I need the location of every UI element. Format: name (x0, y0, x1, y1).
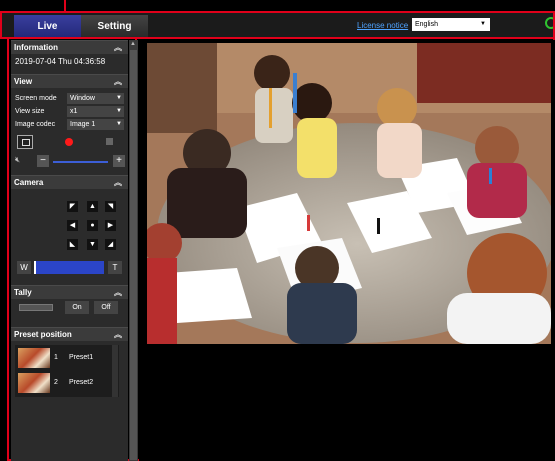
zoom-wide-button[interactable]: W (17, 261, 31, 274)
volume-controls: 🔇︎ − + (11, 155, 128, 169)
preset-list: 1 Preset1 2 Preset2 (15, 345, 119, 397)
collapse-icon[interactable]: ︽ (114, 75, 122, 89)
preset-scrollbar[interactable] (112, 345, 118, 397)
view-size-label: View size (15, 108, 45, 115)
view-title: View (14, 77, 33, 86)
tally-on-button[interactable]: On (65, 301, 89, 314)
pan-down-right-button[interactable]: ◢ (105, 239, 116, 250)
volume-down-button[interactable]: − (37, 155, 49, 167)
collapse-icon[interactable]: ︽ (114, 328, 122, 342)
scroll-up-icon[interactable]: ▲ (130, 41, 136, 47)
zoom-tele-button[interactable]: T (108, 261, 122, 274)
annotation-line (64, 0, 66, 13)
view-size-select[interactable]: x1 ▼ (67, 106, 124, 117)
tally-off-button[interactable]: Off (94, 301, 118, 314)
chevron-down-icon: ▼ (116, 95, 122, 101)
list-item[interactable]: 1 Preset1 (15, 346, 111, 370)
tally-title: Tally (14, 288, 32, 297)
pan-left-button[interactable]: ◀ (67, 220, 78, 231)
mute-icon[interactable]: 🔇︎ (15, 155, 20, 165)
snapshot-icon[interactable] (17, 135, 33, 149)
date-time: 2019-07-04 Thu 04:36:58 (15, 57, 106, 66)
language-select[interactable]: English ▼ (412, 18, 490, 31)
tab-setting[interactable]: Setting (81, 15, 148, 37)
collapse-icon[interactable]: ︽ (114, 41, 122, 55)
tally-header[interactable]: Tally ︽ (11, 285, 128, 299)
preset-header[interactable]: Preset position ︽ (11, 327, 128, 341)
collapse-icon[interactable]: ︽ (114, 176, 122, 190)
video-image (147, 43, 551, 344)
information-header[interactable]: Information ︽ (11, 40, 128, 54)
information-title: Information (14, 43, 58, 52)
preset-number: 1 (54, 354, 58, 361)
control-panel: Information ︽ 2019-07-04 Thu 04:36:58 Vi… (11, 40, 128, 461)
home-button[interactable]: ● (87, 220, 98, 231)
language-value: English (415, 21, 438, 28)
image-codec-label: Image codec (15, 121, 56, 128)
pan-up-left-button[interactable]: ◤ (67, 201, 78, 212)
list-item[interactable]: 2 Preset2 (15, 371, 111, 395)
chevron-down-icon: ▼ (480, 21, 486, 27)
license-notice-link[interactable]: License notice (357, 21, 408, 30)
image-codec-select[interactable]: Image 1 ▼ (67, 119, 124, 130)
tilt-up-button[interactable]: ▲ (87, 201, 98, 212)
sidebar-scrollbar[interactable]: ▲ (129, 40, 138, 461)
preset-title: Preset position (14, 330, 72, 339)
camera-header[interactable]: Camera ︽ (11, 175, 128, 189)
tab-live[interactable]: Live (14, 15, 81, 37)
pan-tilt-pad: ◤ ▲ ◥ ◀ ● ▶ ◣ ▼ ◢ (11, 195, 128, 257)
camera-title: Camera (14, 178, 44, 187)
scrollbar-thumb[interactable] (130, 50, 137, 460)
capture-controls (11, 135, 128, 152)
tilt-down-button[interactable]: ▼ (87, 239, 98, 250)
tally-controls: On Off (11, 299, 128, 319)
screen-mode-value: Window (70, 95, 95, 102)
power-icon[interactable] (545, 17, 555, 29)
image-codec-value: Image 1 (70, 121, 96, 128)
chevron-down-icon: ▼ (116, 121, 122, 127)
preset-name: Preset2 (69, 379, 94, 386)
video-viewer (139, 40, 555, 461)
record-icon[interactable] (65, 138, 73, 146)
view-header[interactable]: View ︽ (11, 74, 128, 88)
pan-down-left-button[interactable]: ◣ (67, 239, 78, 250)
screen-mode-select[interactable]: Window ▼ (67, 93, 124, 104)
preset-thumbnail (18, 348, 50, 368)
view-size-value: x1 (70, 108, 78, 115)
preset-number: 2 (54, 379, 58, 386)
chevron-down-icon: ▼ (116, 108, 122, 114)
zoom-control: W T (11, 260, 128, 276)
preset-name: Preset1 (69, 354, 94, 361)
pan-right-button[interactable]: ▶ (105, 220, 116, 231)
tally-lamp-indicator (19, 304, 53, 311)
screen-mode-label: Screen mode (15, 95, 57, 102)
volume-slider[interactable] (53, 161, 108, 163)
live-video-frame (147, 43, 551, 344)
zoom-slider[interactable] (34, 261, 104, 274)
screen-mode-row: Screen mode Window ▼ (15, 92, 128, 105)
volume-up-button[interactable]: + (113, 155, 125, 167)
image-codec-row: Image codec Image 1 ▼ (15, 118, 128, 131)
collapse-icon[interactable]: ︽ (114, 286, 122, 300)
pan-up-right-button[interactable]: ◥ (105, 201, 116, 212)
stop-icon[interactable] (106, 138, 113, 145)
view-size-row: View size x1 ▼ (15, 105, 128, 118)
preset-thumbnail (18, 373, 50, 393)
top-bar: Live Setting License notice English ▼ (0, 12, 555, 38)
